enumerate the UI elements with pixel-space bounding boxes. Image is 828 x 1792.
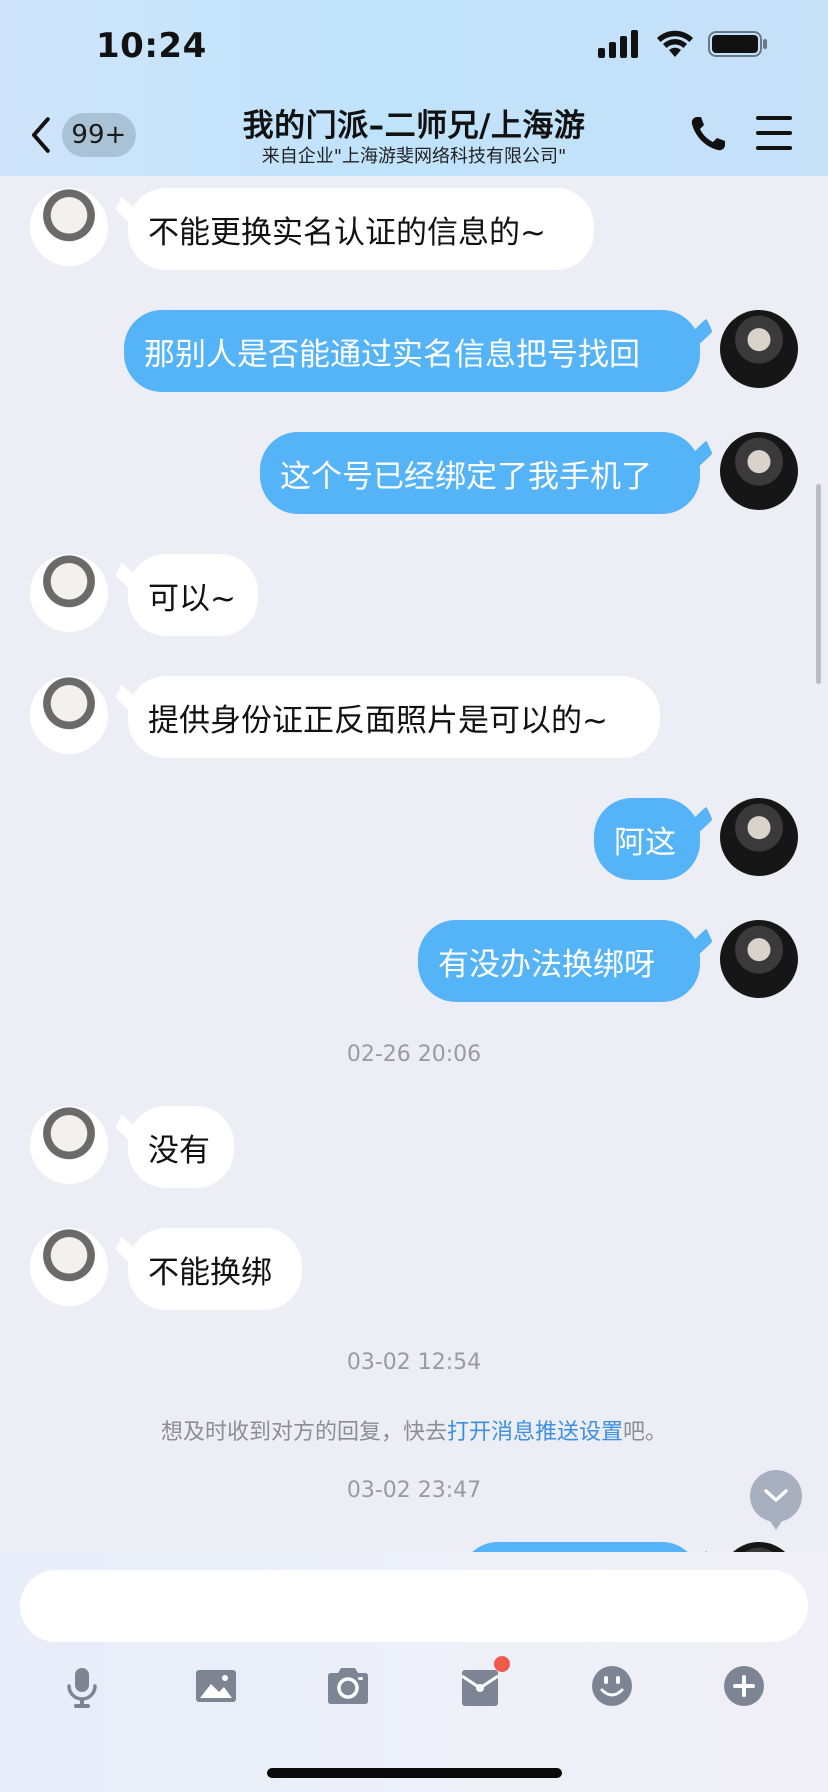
push-settings-link[interactable]: 打开消息推送设置 — [447, 1420, 623, 1445]
contact-avatar[interactable] — [30, 554, 108, 632]
composer-toolbar — [0, 1656, 828, 1716]
image-icon[interactable] — [192, 1662, 240, 1710]
status-time: 10:24 — [96, 26, 207, 66]
message-bubble[interactable]: 不能更换实名认证的信息的~ — [128, 188, 594, 270]
message-bubble[interactable]: 这个号已经绑定了我手机了 — [260, 432, 700, 514]
message-bubble[interactable]: 可以~ — [128, 554, 258, 636]
red-packet-button[interactable] — [456, 1656, 510, 1710]
plus-icon[interactable] — [720, 1662, 768, 1710]
push-settings-notice: 想及时收到对方的回复，快去打开消息推送设置吧。 — [0, 1414, 828, 1446]
timestamp: 03-02 12:54 — [346, 1350, 482, 1375]
message-bubble[interactable]: 阿这 — [594, 798, 700, 880]
contact-avatar[interactable] — [30, 1106, 108, 1184]
timestamp: 02-26 20:06 — [346, 1042, 482, 1067]
notice-suffix: 吧。 — [623, 1420, 668, 1445]
message-bubble[interactable]: 有没办法换绑呀 — [418, 920, 700, 1002]
notice-prefix: 想及时收到对方的回复，快去 — [160, 1420, 447, 1445]
phone-icon[interactable] — [688, 114, 728, 154]
message-bubble-partial[interactable] — [460, 1542, 700, 1552]
contact-avatar[interactable] — [30, 676, 108, 754]
composer-bar — [0, 1552, 828, 1792]
home-indicator[interactable] — [267, 1768, 562, 1778]
wifi-icon — [657, 30, 693, 57]
message-bubble[interactable]: 没有 — [128, 1106, 234, 1188]
message-bubble[interactable]: 不能换绑 — [128, 1228, 302, 1310]
notification-dot — [494, 1656, 510, 1672]
message-input[interactable] — [20, 1570, 808, 1642]
user-avatar[interactable] — [720, 920, 798, 998]
status-icons — [598, 30, 768, 58]
scrollbar[interactable] — [816, 484, 821, 684]
user-avatar[interactable] — [720, 310, 798, 388]
contact-avatar[interactable] — [30, 188, 108, 266]
message-bubble[interactable]: 提供身份证正反面照片是可以的~ — [128, 676, 660, 758]
timestamp: 03-02 23:47 — [346, 1478, 482, 1503]
emoji-icon[interactable] — [588, 1662, 636, 1710]
signal-icon — [598, 30, 638, 58]
contact-avatar[interactable] — [30, 1228, 108, 1306]
scroll-to-bottom-button[interactable] — [750, 1470, 802, 1530]
message-bubble[interactable]: 那别人是否能通过实名信息把号找回 — [124, 310, 700, 392]
microphone-icon[interactable] — [58, 1662, 106, 1710]
chevron-down-icon — [764, 1489, 788, 1502]
camera-icon[interactable] — [324, 1662, 372, 1710]
menu-icon[interactable] — [756, 116, 792, 150]
user-avatar[interactable] — [720, 798, 798, 876]
user-avatar[interactable] — [720, 1542, 798, 1552]
chat-header: 10:24 99+ 我的门派–二师兄/上海游 来自企业"上海游斐网络科技有限公司… — [0, 0, 828, 176]
user-avatar[interactable] — [720, 432, 798, 510]
battery-icon — [708, 31, 767, 57]
message-list[interactable]: 不能更换实名认证的信息的~ 那别人是否能通过实名信息把号找回 这个号已经绑定了我… — [0, 176, 828, 1552]
